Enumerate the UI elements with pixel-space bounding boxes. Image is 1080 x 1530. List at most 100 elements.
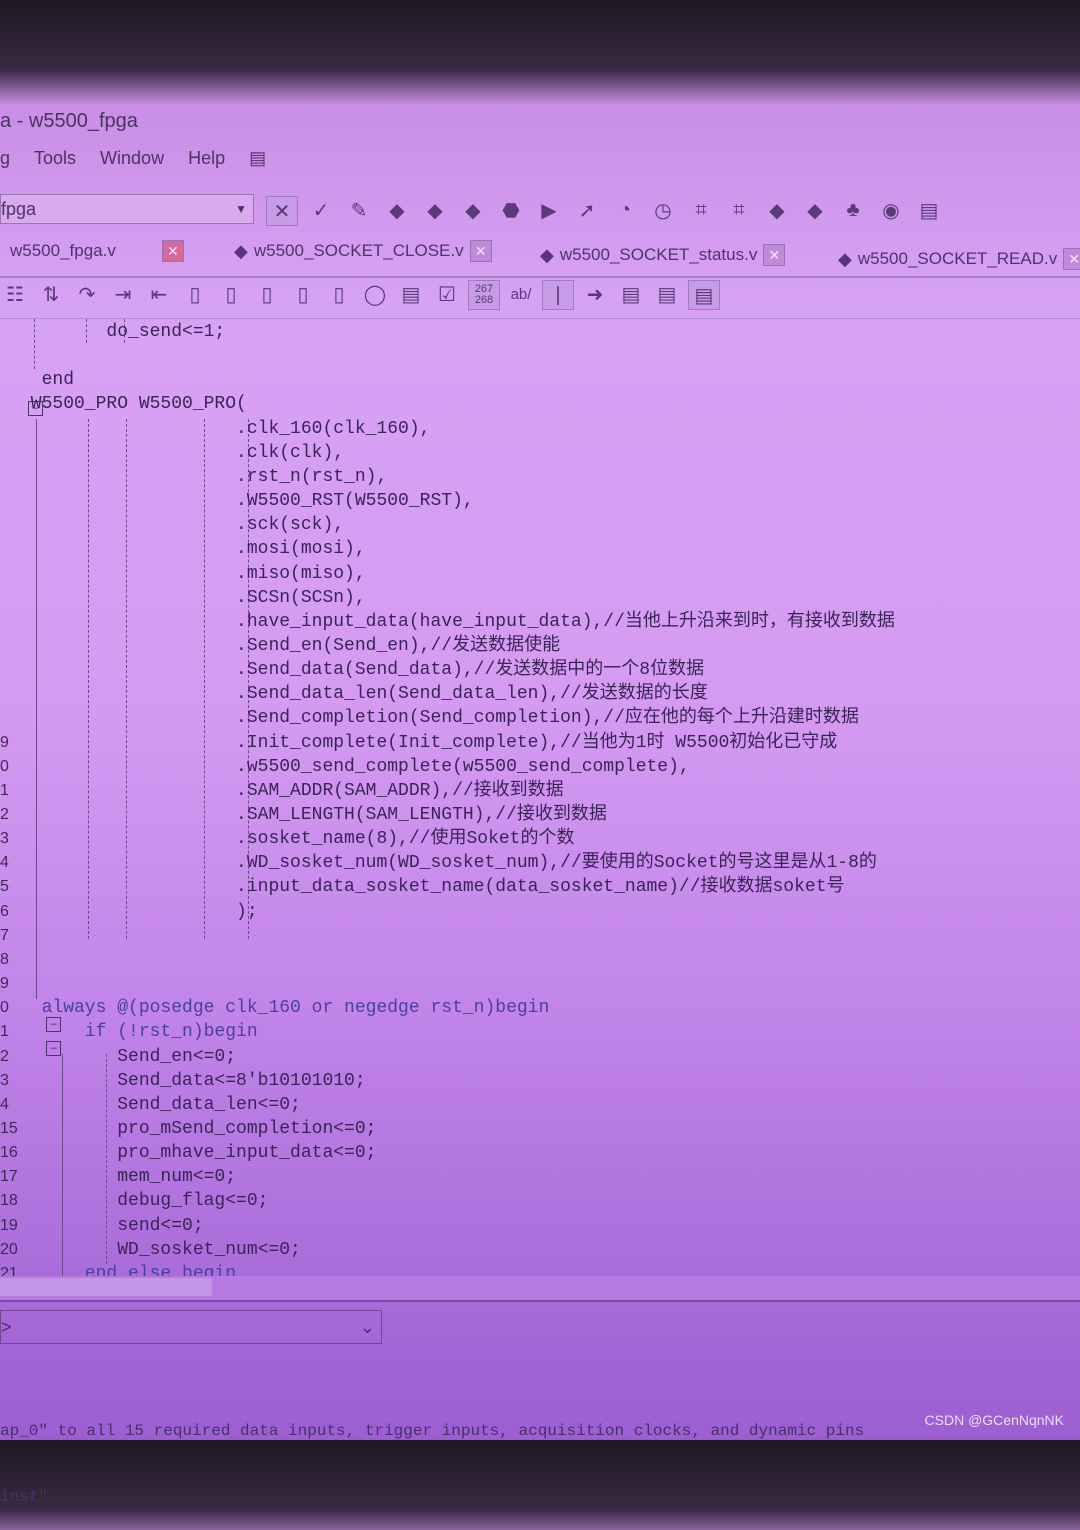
numbered-list-icon[interactable]: ▤ <box>652 280 682 308</box>
line-numbers-button[interactable]: 267 268 <box>468 280 500 310</box>
code-line: .Send_data(Send_data),//发送数据中的一个8位数据 <box>0 658 1080 682</box>
next-bookmark-icon[interactable]: ▯ <box>216 280 246 308</box>
fitter-icon[interactable]: ◆ <box>458 196 488 224</box>
arrow-right-icon[interactable]: ➜ <box>580 280 610 308</box>
tab-socket-read[interactable]: ◆ w5500_SOCKET_READ.v ✕ <box>838 248 1080 270</box>
indent-icon[interactable]: ⇥ <box>108 280 138 308</box>
analysis-icon[interactable]: ✓ <box>306 196 336 224</box>
tab-socket-close[interactable]: ◆ w5500_SOCKET_CLOSE.v ✕ <box>234 240 492 262</box>
play-icon[interactable]: ▶ <box>534 196 564 224</box>
code-line: 0 always @(posedge clk_160 or negedge rs… <box>0 996 1080 1020</box>
verilog-file-icon: ◆ <box>540 244 554 265</box>
code-line: W5500_PRO W5500_PRO( <box>0 392 1080 416</box>
chat-icon[interactable]: ▤ <box>914 196 944 224</box>
clear-bookmark-icon[interactable]: ▯ <box>288 280 318 308</box>
close-icon[interactable]: ✕ <box>1063 248 1080 270</box>
hierarchy-icon[interactable]: ♣ <box>838 196 868 224</box>
code-text: end else begin <box>20 1263 237 1277</box>
help-icon[interactable]: ◉ <box>876 196 906 224</box>
code-line: .Send_data_len(Send_data_len),//发送数据的长度 <box>0 682 1080 706</box>
tab-w5500-fpga[interactable]: w5500_fpga.v ✕ <box>10 240 184 262</box>
code-text: .have_input_data(have_input_data),//当他上升… <box>20 611 895 632</box>
main-toolbar: ✕ ✓ ✎ ◆ ◆ ◆ ⬣ ▶ ➚ ◔ ◷ ⌗ ⌗ ◆ ◆ ♣ ◉ ▤ <box>266 196 944 226</box>
code-text: debug_flag<=0; <box>20 1191 269 1212</box>
menu-item-tools[interactable]: Tools <box>34 148 76 169</box>
code-line: 9 .Init_complete(Init_complete),//当他为1时 … <box>0 731 1080 755</box>
unindent-icon[interactable]: ⇤ <box>144 280 174 308</box>
chat-icon[interactable]: ▤ <box>249 148 266 169</box>
timer-icon[interactable]: ◔ <box>610 196 640 224</box>
close-icon[interactable]: ✕ <box>469 240 492 262</box>
programmer-icon[interactable]: ◆ <box>800 196 830 224</box>
line-number: 18 <box>0 1192 18 1210</box>
project-select[interactable]: fpga ▼ <box>0 194 254 224</box>
code-text: .W5500_RST(W5500_RST), <box>20 491 474 512</box>
code-line: 3 .sosket_name(8),//使用Soket的个数 <box>0 827 1080 851</box>
code-line: .Send_en(Send_en),//发送数据使能 <box>0 634 1080 658</box>
rtl-icon[interactable]: ⌗ <box>724 196 754 224</box>
line-numbers-label: 268 <box>474 294 494 306</box>
code-text: .w5500_send_complete(w5500_send_complete… <box>20 756 690 777</box>
code-text: .Send_data(Send_data),//发送数据中的一个8位数据 <box>20 660 705 681</box>
pencil-icon[interactable]: ✎ <box>344 196 374 224</box>
code-line: .mosi(mosi), <box>0 537 1080 561</box>
scrollbar-thumb[interactable] <box>0 1278 212 1296</box>
code-text: pro_mSend_completion<=0; <box>20 1118 377 1139</box>
code-text: .miso(miso), <box>20 563 366 584</box>
stopwatch-icon[interactable]: ◷ <box>648 196 678 224</box>
code-text: .mosi(mosi), <box>20 539 366 560</box>
code-text: .WD_sosket_num(WD_sosket_num),//要使用的Sock… <box>20 853 877 874</box>
check-icon[interactable]: ☑ <box>432 280 462 308</box>
code-line: 8 <box>0 948 1080 972</box>
code-line: .W5500_RST(W5500_RST), <box>0 489 1080 513</box>
panel-icon[interactable]: ▤ <box>688 280 720 310</box>
menu-item-window[interactable]: Window <box>100 148 164 169</box>
code-editor[interactable]: – – – do_send<=1; end W5500_PRO W5500_PR… <box>0 318 1080 1277</box>
bookmark-icon[interactable]: ▯ <box>180 280 210 308</box>
chevron-down-icon: ⌄ <box>359 1317 375 1337</box>
template-icon[interactable]: ▤ <box>396 280 426 308</box>
close-icon[interactable]: ✕ <box>161 240 184 262</box>
synthesis-icon[interactable]: ◆ <box>420 196 450 224</box>
horizontal-scrollbar[interactable] <box>0 1276 1080 1302</box>
find-icon[interactable]: ☷ <box>0 280 30 308</box>
attach-icon[interactable]: ◯ <box>360 280 390 308</box>
code-line: 2 .SAM_LENGTH(SAM_LENGTH),//接收到数据 <box>0 803 1080 827</box>
sort-icon[interactable]: ⇅ <box>36 280 66 308</box>
code-line: 19 send<=0; <box>0 1214 1080 1238</box>
code-text: .Send_data_len(Send_data_len),//发送数据的长度 <box>20 684 708 705</box>
filter-select-value: > <box>1 1317 12 1337</box>
chip-icon[interactable]: ◆ <box>762 196 792 224</box>
line-number: 0 <box>0 757 9 775</box>
code-line: 6 ); <box>0 900 1080 924</box>
stop-x-icon[interactable]: ✕ <box>266 196 298 226</box>
code-text: Send_data<=8'b10101010; <box>20 1070 366 1091</box>
code-line: 21 end else begin <box>0 1262 1080 1277</box>
prev-bookmark-icon[interactable]: ▯ <box>252 280 282 308</box>
line-number: 20 <box>0 1240 18 1258</box>
code-text: if (!rst_n)begin <box>20 1022 258 1043</box>
line-number: 3 <box>0 1071 9 1089</box>
run-icon[interactable]: ➚ <box>572 196 602 224</box>
message-filter-select[interactable]: > ⌄ <box>0 1310 382 1344</box>
tab-label: w5500_fpga.v <box>10 241 116 260</box>
document-icon[interactable]: ▤ <box>616 280 646 308</box>
compile-icon[interactable]: ◆ <box>382 196 412 224</box>
netlist-icon[interactable]: ⌗ <box>686 196 716 224</box>
insert-bracket-icon[interactable]: ↷ <box>72 280 102 308</box>
close-icon[interactable]: ✕ <box>763 244 786 266</box>
word-wrap-button[interactable]: ab/ <box>506 280 536 308</box>
messages-panel: ap_0" to all 15 required data inputs, tr… <box>0 1376 864 1530</box>
menu-item-help[interactable]: Help <box>188 148 225 169</box>
code-text: .SAM_LENGTH(SAM_LENGTH),//接收到数据 <box>20 805 607 825</box>
code-line: 16 pro_mhave_input_data<=0; <box>0 1141 1080 1165</box>
menu-item-processing[interactable]: g <box>0 148 10 169</box>
bookmark-list-icon[interactable]: ▯ <box>324 280 354 308</box>
cursor-icon[interactable]: | <box>542 280 574 310</box>
stop-icon[interactable]: ⬣ <box>496 196 526 224</box>
tab-socket-status[interactable]: ◆ w5500_SOCKET_status.v ✕ <box>540 244 786 266</box>
code-text: .Init_complete(Init_complete),//当他为1时 W5… <box>20 732 838 753</box>
code-text: W5500_PRO W5500_PRO( <box>20 394 247 415</box>
code-line: 1 .SAM_ADDR(SAM_ADDR),//接收到数据 <box>0 779 1080 803</box>
